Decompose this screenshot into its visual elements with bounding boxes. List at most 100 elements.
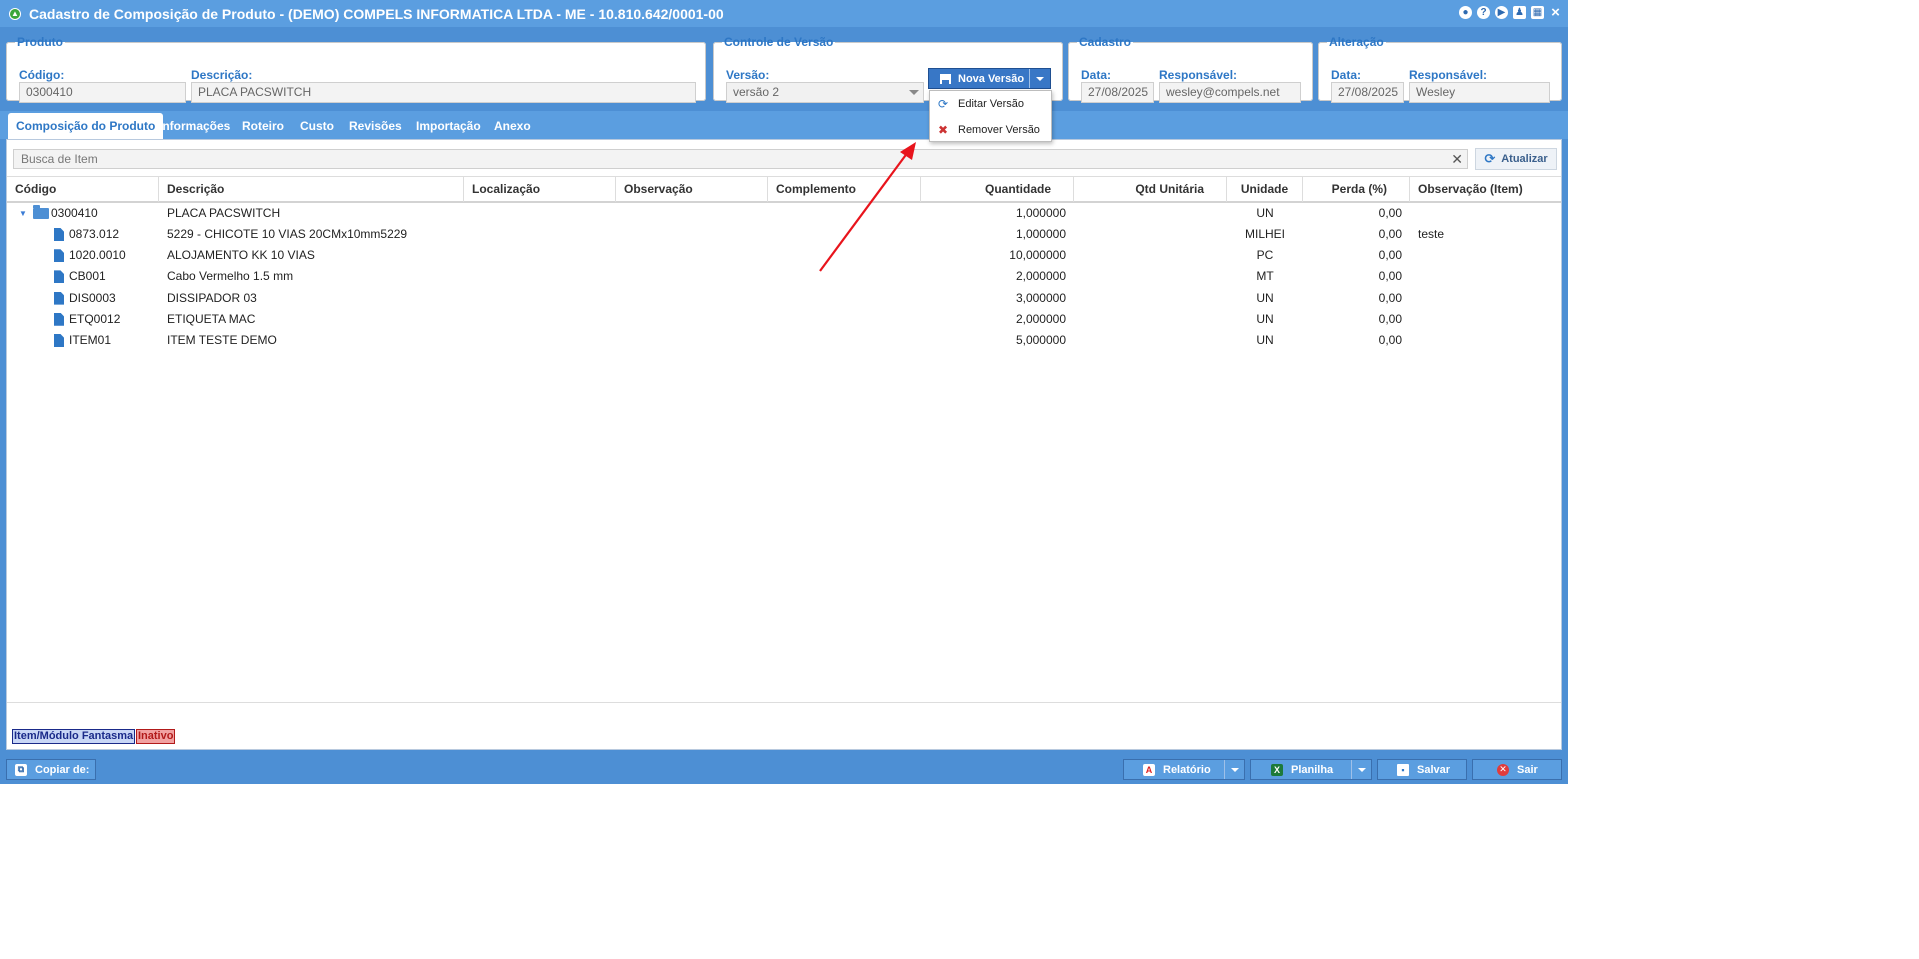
grid-header: Código Descrição Localização Observação … [7, 176, 1561, 203]
tab-revisoes[interactable]: Revisões [341, 113, 410, 139]
nova-versao-label: Nova Versão [958, 72, 1025, 85]
clear-icon[interactable]: ✕ [1451, 150, 1463, 168]
cell-unidade: PC [1256, 248, 1274, 263]
tab-content: Busca de Item ✕ ⟳ Atualizar Código Descr… [6, 139, 1562, 750]
table-row[interactable]: 1020.0010 ALOJAMENTO KK 10 VIAS 10,000000 P… [7, 245, 1561, 266]
cadastro-resp-field[interactable]: wesley@compels.net [1159, 82, 1301, 103]
refresh-icon: ⟳ [1484, 151, 1496, 166]
sair-label: Sair [1517, 763, 1538, 776]
menu-item-remover-versao[interactable]: ✖ Remover Versão [930, 117, 1051, 143]
col-observacao[interactable]: Observação [616, 177, 768, 202]
cell-unidade: UN [1256, 290, 1274, 305]
remove-doc-icon: ✖ [937, 123, 949, 137]
planilha-button[interactable]: X Planilha [1250, 759, 1372, 780]
fantasma-badge: Item/Módulo Fantasma [12, 729, 136, 744]
tab-anexo[interactable]: Anexo [486, 113, 539, 139]
table-row-root[interactable]: ▼ 0300410 PLACA PACSWITCH 1,000000 UN 0,… [7, 203, 1561, 224]
user-icon[interactable]: ♟ [1513, 6, 1526, 19]
col-unidade[interactable]: Unidade [1227, 177, 1303, 202]
col-localizacao[interactable]: Localização [464, 177, 616, 202]
title-bar-tools: ● ? ▶ ♟ ▦ × [1459, 4, 1562, 21]
menu-item-label: Editar Versão [958, 98, 1025, 110]
nova-versao-dropdown-toggle[interactable] [1029, 69, 1050, 88]
cell-quantidade: 5,000000 [1015, 333, 1066, 347]
nova-versao-button[interactable]: Nova Versão [928, 68, 1051, 89]
cell-quantidade: 1,000000 [1015, 206, 1066, 220]
save-icon [940, 73, 951, 84]
chevron-down-icon [1036, 76, 1044, 81]
chevron-down-icon [909, 90, 919, 95]
copiar-button[interactable]: ⧉ Copiar de: [6, 759, 96, 780]
expand-icon[interactable]: ▼ [19, 209, 27, 218]
atualizar-button[interactable]: ⟳ Atualizar [1475, 148, 1557, 170]
salvar-button[interactable]: ▪ Salvar [1377, 759, 1467, 780]
table-row[interactable]: DIS0003 DISSIPADOR 03 3,000000 UN 0,00 [7, 288, 1561, 309]
col-codigo[interactable]: Código [7, 177, 159, 202]
cadastro-data-label: Data: [1081, 68, 1112, 82]
cadastro-legend: Cadastro [1079, 35, 1132, 49]
chevron-down-icon [1230, 767, 1239, 772]
relatorio-button[interactable]: A Relatório [1123, 759, 1245, 780]
sair-button[interactable]: ✕ Sair [1472, 759, 1562, 780]
table-row[interactable]: ITEM01 ITEM TESTE DEMO 5,000000 UN 0,00 [7, 330, 1561, 351]
cell-perda: 0,00 [1378, 311, 1402, 326]
settings-icon[interactable]: ● [1459, 6, 1472, 19]
tab-informacoes[interactable]: Informações [151, 113, 238, 139]
col-descricao[interactable]: Descrição [159, 177, 464, 202]
copy-icon: ⧉ [15, 763, 27, 776]
legend-bar: Item/Módulo Fantasma Inativo [7, 702, 1561, 750]
play-icon[interactable]: ▶ [1495, 6, 1508, 19]
alteracao-resp-field[interactable]: Wesley [1409, 82, 1550, 103]
tab-roteiro[interactable]: Roteiro [234, 113, 292, 139]
footer-bar: ⧉ Copiar de: A Relatório X Planilha ▪ Sa… [0, 754, 1568, 784]
tab-composicao[interactable]: Composição do Produto [8, 113, 164, 139]
alteracao-data-label: Data: [1331, 68, 1362, 82]
search-input[interactable]: Busca de Item ✕ [13, 149, 1468, 169]
relatorio-dropdown-toggle[interactable] [1224, 760, 1244, 779]
cell-perda: 0,00 [1378, 248, 1402, 263]
cell-unidade: MT [1256, 269, 1274, 284]
tab-custo[interactable]: Custo [292, 113, 342, 139]
tab-importacao[interactable]: Importação [408, 113, 489, 139]
menu-item-label: Remover Versão [958, 124, 1040, 136]
file-icon [54, 249, 64, 263]
cell-perda: 0,00 [1378, 227, 1402, 241]
inativo-badge: Inativo [136, 729, 176, 744]
cell-descricao: DISSIPADOR 03 [167, 290, 257, 305]
table-row[interactable]: 0873.012 5229 - CHICOTE 10 VIAS 20CMx10mm… [7, 224, 1561, 245]
calendar-icon[interactable]: ▦ [1531, 6, 1544, 19]
cell-perda: 0,00 [1378, 269, 1402, 284]
col-perda[interactable]: Perda (%) [1303, 177, 1410, 202]
codigo-field[interactable]: 0300410 [19, 82, 186, 103]
col-observacao-item[interactable]: Observação (Item) [1410, 177, 1561, 202]
alteracao-group: Alteração Data: 27/08/2025 Responsável: … [1318, 35, 1562, 103]
table-row[interactable]: ETQ0012 ETIQUETA MAC 2,000000 UN 0,00 [7, 309, 1561, 330]
save-icon: ▪ [1397, 763, 1409, 776]
cell-perda: 0,00 [1378, 333, 1402, 347]
versao-menu: ⟳ Editar Versão ✖ Remover Versão [929, 90, 1052, 142]
cadastro-resp-label: Responsável: [1159, 68, 1238, 82]
planilha-dropdown-toggle[interactable] [1351, 760, 1371, 779]
cell-descricao: 5229 - CHICOTE 10 VIAS 20CMx10mm5229 [167, 227, 408, 241]
col-quantidade[interactable]: Quantidade [921, 177, 1074, 202]
descricao-field[interactable]: PLACA PACSWITCH [191, 82, 696, 103]
menu-item-editar-versao[interactable]: ⟳ Editar Versão [930, 91, 1051, 117]
cadastro-data-field[interactable]: 27/08/2025 [1081, 82, 1154, 103]
col-qtd-unitaria[interactable]: Qtd Unitária [1074, 177, 1227, 202]
versao-select[interactable]: versão 2 [726, 82, 924, 103]
cell-quantidade: 2,000000 [1015, 311, 1066, 326]
produto-legend: Produto [17, 35, 63, 49]
cell-codigo: ITEM01 [69, 333, 112, 347]
alteracao-data-field[interactable]: 27/08/2025 [1331, 82, 1404, 103]
planilha-label: Planilha [1291, 763, 1334, 776]
cell-descricao: ITEM TESTE DEMO [167, 333, 277, 347]
table-row[interactable]: CB001 Cabo Vermelho 1.5 mm 2,000000 MT 0,00 [7, 266, 1561, 287]
cell-unidade: UN [1256, 333, 1274, 347]
close-icon[interactable]: × [1549, 4, 1562, 21]
file-icon [54, 312, 64, 326]
col-complemento[interactable]: Complemento [768, 177, 921, 202]
pdf-icon: A [1143, 763, 1155, 776]
app-window: ▲ Cadastro de Composição de Produto - (D… [0, 0, 1568, 784]
chevron-down-icon [1357, 767, 1366, 772]
help-icon[interactable]: ? [1477, 6, 1490, 19]
